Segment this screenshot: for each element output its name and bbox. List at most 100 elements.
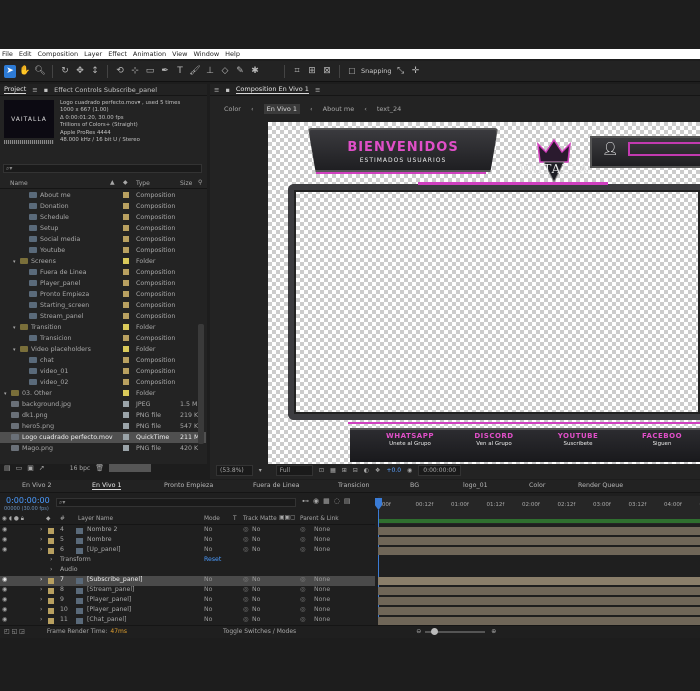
layer-label-color[interactable] <box>48 578 54 584</box>
layer-mode-dropdown[interactable]: No <box>204 546 212 553</box>
layer-parent-dropdown[interactable]: None <box>314 596 330 603</box>
menu-item-composition[interactable]: Composition <box>37 50 78 58</box>
zoom-in-icon[interactable]: ⊕ <box>491 628 496 635</box>
lock-icon[interactable]: ▪ <box>44 86 48 94</box>
toggle-panes-icons[interactable]: ◰ ◱ ◲ <box>4 628 25 635</box>
expand-chevron-icon[interactable]: › <box>40 586 42 593</box>
project-item[interactable]: Schedule Composition <box>0 212 206 223</box>
timeline-layer-row[interactable]: ◉ › 6 [Up_panel] No ◎ No ◎ None <box>0 546 375 556</box>
selection-tool-icon[interactable]: ➤ <box>4 64 16 78</box>
rectangle-tool-icon[interactable]: ▭ <box>144 65 156 78</box>
layer-duration-bar[interactable] <box>378 617 700 625</box>
layer-label-color[interactable] <box>48 598 54 604</box>
zoom-tool-icon[interactable]: 🔍︎ <box>34 65 46 78</box>
visibility-eye-icon[interactable]: ◉ <box>2 526 7 533</box>
channel-icon[interactable]: ◐ <box>364 467 369 474</box>
zoom-out-icon[interactable]: ⊖ <box>416 628 421 635</box>
timeline-tab[interactable]: En Vivo 2 <box>22 482 51 489</box>
header-type[interactable]: Type <box>136 180 150 187</box>
timeline-tab[interactable]: logo_01 <box>463 482 488 489</box>
motion-blur-icon[interactable]: ◌ <box>334 497 340 505</box>
timeline-layer-row[interactable]: ◉ › 10 [Player_panel] No ◎ No ◎ None <box>0 606 375 616</box>
header-size[interactable]: Size <box>180 180 192 187</box>
layer-label-color[interactable] <box>48 588 54 594</box>
timeline-tab[interactable]: Color <box>529 482 545 489</box>
track-matte-icon[interactable]: ◎ <box>243 616 248 623</box>
layer-duration-bar[interactable] <box>378 577 700 585</box>
project-item[interactable]: Donation Composition <box>0 201 206 212</box>
axis-world-icon[interactable]: ⊞ <box>306 65 318 78</box>
region-of-interest-icon[interactable]: ⊡ <box>319 467 324 474</box>
project-search-input[interactable]: ⌕▾ <box>3 164 202 173</box>
layer-duration-bar[interactable] <box>378 587 700 595</box>
interpret-footage-icon[interactable]: ▤ <box>4 464 11 472</box>
layer-parent-dropdown[interactable]: None <box>314 606 330 613</box>
audio-group[interactable]: › Audio <box>0 566 375 576</box>
breadcrumb-about-me[interactable]: About me <box>323 105 355 113</box>
timeline-layer-row[interactable]: ◉ › 8 [Stream_panel] No ◎ No ◎ None <box>0 586 375 596</box>
layer-matte-dropdown[interactable]: No <box>252 526 260 533</box>
layer-mode-dropdown[interactable]: No <box>204 576 212 583</box>
timeline-layer-row[interactable]: ◉ › 7 [Subscribe_panel] No ◎ No ◎ None <box>0 576 375 586</box>
dolly-camera-icon[interactable]: ↕ <box>89 65 101 78</box>
menu-item-edit[interactable]: Edit <box>19 50 32 58</box>
zoom-slider-thumb[interactable] <box>431 627 439 635</box>
magnification-dropdown[interactable]: (53.8%) <box>216 465 253 476</box>
chevron-down-icon[interactable]: ▾ <box>4 391 7 397</box>
roto-brush-tool-icon[interactable]: ✎ <box>234 65 246 78</box>
brush-tool-icon[interactable]: 🖌︎ <box>189 65 201 78</box>
timeline-tab[interactable]: En Vivo 1 <box>92 482 122 490</box>
project-item[interactable]: chat Composition <box>0 355 206 366</box>
transform-group[interactable]: › Transform Reset <box>0 556 375 566</box>
layer-parent-dropdown[interactable]: None <box>314 536 330 543</box>
parent-pickwhip-icon[interactable]: ◎ <box>300 586 305 593</box>
parent-pickwhip-icon[interactable]: ◎ <box>300 606 305 613</box>
track-matte-icon[interactable]: ◎ <box>243 586 248 593</box>
rotation-tool-icon[interactable]: ⟲ <box>114 65 126 78</box>
project-item[interactable]: ▾ 03. Other Folder <box>0 388 206 399</box>
expand-chevron-icon[interactable]: › <box>40 606 42 613</box>
layer-label-color[interactable] <box>48 618 54 624</box>
color-manage-icon[interactable]: ❖ <box>375 467 380 474</box>
layer-matte-dropdown[interactable]: No <box>252 586 260 593</box>
composition-canvas[interactable]: BIENVENIDOS ESTIMADOS USUARIOS VAITALLA … <box>268 122 700 464</box>
toggle-switches-modes[interactable]: Toggle Switches / Modes <box>223 628 296 635</box>
axis-view-icon[interactable]: ⊠ <box>321 65 333 78</box>
header-track-matte[interactable]: Track Matte <box>243 516 277 522</box>
layer-duration-bar[interactable] <box>378 537 700 545</box>
mask-visibility-icon[interactable]: ⊞ <box>342 467 347 474</box>
project-item[interactable]: dk1.png PNG file 219 K <box>0 410 206 421</box>
expand-chevron-icon[interactable]: › <box>40 596 42 603</box>
track-matte-icon[interactable]: ◎ <box>243 596 248 603</box>
layer-parent-dropdown[interactable]: None <box>314 576 330 583</box>
menu-item-effect[interactable]: Effect <box>108 50 127 58</box>
visibility-eye-icon[interactable]: ◉ <box>2 576 7 583</box>
timeline-layer-row[interactable]: ◉ › 5 Nombre No ◎ No ◎ None <box>0 536 375 546</box>
tab-project[interactable]: Project <box>4 85 27 94</box>
work-area-bar[interactable] <box>378 519 700 523</box>
menu-item-help[interactable]: Help <box>225 50 240 58</box>
project-item[interactable]: video_01 Composition <box>0 366 206 377</box>
current-time[interactable]: 0:00:00:00 <box>6 496 50 505</box>
project-item[interactable]: background.jpg JPEG 1.5 M <box>0 399 206 410</box>
project-item[interactable]: Logo cuadrado perfecto.mov QuickTime 211 M <box>0 432 206 443</box>
layer-parent-dropdown[interactable]: None <box>314 586 330 593</box>
snap-features-icon[interactable]: ✛ <box>410 65 422 78</box>
transform-reset[interactable]: Reset <box>204 556 221 563</box>
layer-duration-bar[interactable] <box>378 607 700 615</box>
tab-effect-controls[interactable]: Effect Controls Subscribe_panel <box>54 86 157 94</box>
anchor-point-tool-icon[interactable]: ⊹ <box>129 65 141 78</box>
parent-pickwhip-icon[interactable]: ◎ <box>300 546 305 553</box>
project-item[interactable]: ▾ Video placeholders Folder <box>0 344 206 355</box>
project-item[interactable]: Setup Composition <box>0 223 206 234</box>
pan-camera-icon[interactable]: ✥ <box>74 65 86 78</box>
project-item[interactable]: Mago.png PNG file 420 K <box>0 443 206 454</box>
visibility-eye-icon[interactable]: ◉ <box>2 596 7 603</box>
parent-pickwhip-icon[interactable]: ◎ <box>300 596 305 603</box>
visibility-eye-icon[interactable]: ◉ <box>2 546 7 553</box>
visibility-eye-icon[interactable]: ◉ <box>2 616 7 623</box>
header-t[interactable]: T <box>233 516 237 522</box>
timeline-search-input[interactable]: ⌕▾ <box>56 498 296 507</box>
layer-mode-dropdown[interactable]: No <box>204 596 212 603</box>
menu-item-layer[interactable]: Layer <box>84 50 102 58</box>
